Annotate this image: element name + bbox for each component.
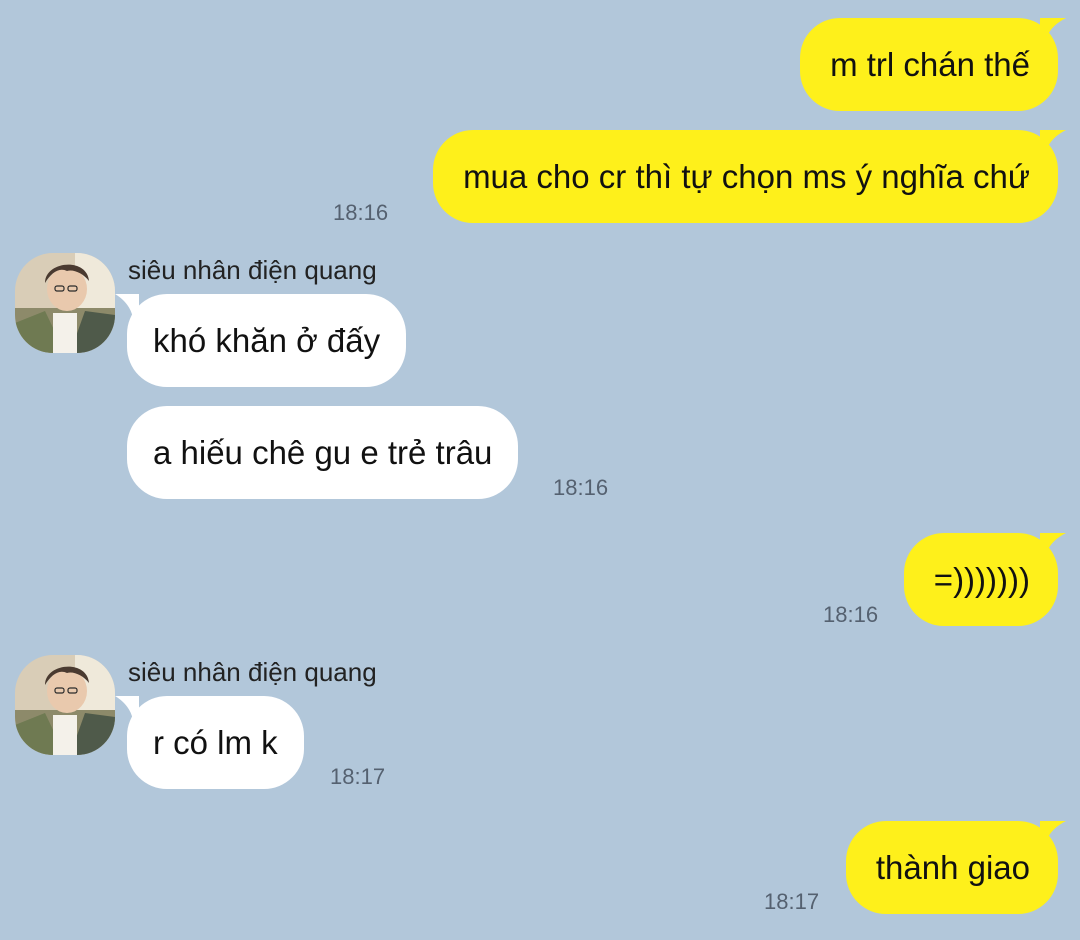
contact-avatar[interactable] — [15, 655, 115, 755]
sender-name: siêu nhân điện quang — [128, 657, 377, 687]
incoming-message[interactable]: a hiếu chê gu e trẻ trâu — [127, 406, 519, 499]
avatar-photo — [15, 655, 115, 755]
outgoing-message[interactable]: m trl chán thế — [800, 18, 1058, 111]
message-timestamp: 18:16 — [823, 602, 879, 627]
avatar-photo — [15, 253, 115, 353]
message-text: mua cho cr thì tự chọn ms ý nghĩa chứ — [463, 158, 1030, 195]
message-timestamp: 18:16 — [553, 475, 609, 500]
chat-thread[interactable]: m trl chán thế mua cho cr thì tự chọn ms… — [0, 0, 1080, 940]
contact-avatar[interactable] — [15, 253, 115, 353]
sender-name: siêu nhân điện quang — [128, 255, 377, 285]
message-text: khó khăn ở đấy — [153, 322, 381, 359]
message-text: a hiếu chê gu e trẻ trâu — [153, 434, 493, 471]
message-text: r có lm k — [153, 724, 278, 761]
message-timestamp: 18:16 — [333, 200, 389, 225]
message-timestamp: 18:17 — [330, 764, 386, 789]
incoming-message[interactable]: khó khăn ở đấy — [127, 294, 407, 387]
outgoing-message[interactable]: =))))))) — [903, 533, 1058, 626]
message-text: =))))))) — [933, 561, 1030, 598]
incoming-message[interactable]: r có lm k — [127, 696, 304, 789]
outgoing-message[interactable]: mua cho cr thì tự chọn ms ý nghĩa chứ — [433, 130, 1058, 223]
message-text: m trl chán thế — [830, 46, 1030, 83]
message-text: thành giao — [875, 849, 1030, 886]
outgoing-message[interactable]: thành giao — [845, 821, 1058, 914]
message-timestamp: 18:17 — [764, 889, 820, 914]
